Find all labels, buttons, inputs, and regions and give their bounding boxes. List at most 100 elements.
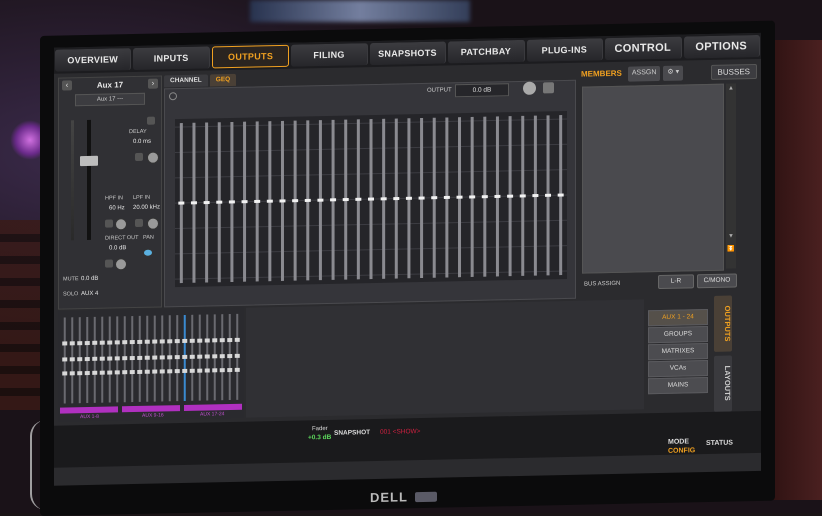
output-knob[interactable] [523,81,536,95]
busses-button[interactable]: BUSSES [710,63,757,80]
direct-out-knob[interactable] [115,258,127,271]
delay-in-button[interactable] [135,152,143,162]
bank-fader-cap[interactable] [197,338,203,343]
geq-band-fader[interactable] [557,193,564,197]
bank-fader-cap[interactable] [174,355,180,360]
bank-fader-cap[interactable] [204,368,210,373]
geq-band-fader[interactable] [355,197,362,201]
geq-band-fader[interactable] [254,199,261,204]
bank-fader-cap[interactable] [189,368,195,373]
bank-fader-cap[interactable] [227,337,233,343]
bank-fader-cap[interactable] [114,370,120,375]
geq-band-fader[interactable] [456,195,463,199]
geq-band-fader[interactable] [190,201,197,205]
bank-fader-cap[interactable] [227,367,233,373]
bank-fader-cap[interactable] [77,357,83,362]
cmono-button[interactable]: C/MONO [697,273,737,289]
bank-fader-cap[interactable] [219,354,225,359]
bank-fader-cap[interactable] [182,368,188,374]
bank-fader-cap[interactable] [129,340,135,345]
channel-selector[interactable]: Aux 17 --- [75,92,145,107]
bank-fader-cap[interactable] [174,369,180,374]
bank-fader-cap[interactable] [84,340,90,346]
view-groups[interactable]: GROUPS [648,326,708,344]
tab-options[interactable]: OPTIONS [683,34,760,59]
bank-fader-cap[interactable] [152,355,158,360]
bank-fader-cap[interactable] [159,339,165,344]
geq-band-fader[interactable] [532,194,539,198]
geq-band-fader[interactable] [241,200,248,204]
tab-outputs[interactable]: OUTPUTS [211,44,290,69]
scroll-page-down-icon[interactable]: ⏬ [727,245,735,252]
bank-fader-cap[interactable] [234,337,240,342]
tab-plug-ins[interactable]: PLUG-INS [526,38,604,62]
bank-fader-cap[interactable] [234,353,240,358]
lpf-in-button[interactable] [135,218,143,228]
bank-fader-cap[interactable] [69,341,75,346]
hpf-knob[interactable] [115,218,127,231]
bank-fader-cap[interactable] [197,354,203,359]
bank-fader-cap[interactable] [107,356,113,361]
geq-band-fader[interactable] [469,195,476,199]
geq-band-fader[interactable] [405,196,412,200]
tab-overview[interactable]: OVERVIEW [55,48,132,72]
geq-band-fader[interactable] [304,198,311,202]
bank-fader-cap[interactable] [204,354,210,359]
bank-fader-cap[interactable] [167,339,173,344]
members-list[interactable] [582,83,724,274]
scroll-down-icon[interactable]: ▼ [727,233,735,239]
tab-patchbay[interactable]: PATCHBAY [448,39,525,64]
bank-fader-cap[interactable] [114,340,120,345]
assign-button[interactable]: ASSGN [627,66,661,82]
geq-band-fader[interactable] [418,196,425,200]
bank-fader-cap[interactable] [62,371,68,376]
geq-band-fader[interactable] [330,198,337,202]
bank-fader-cap[interactable] [107,340,113,345]
tab-filing[interactable]: FILING [291,43,368,67]
geq-band-fader[interactable] [342,198,349,202]
tab-side-layouts[interactable]: LAYOUTS [714,355,732,412]
bank-fader-cap[interactable] [227,353,233,359]
tab-inputs[interactable]: INPUTS [133,46,210,71]
view-matrixes[interactable]: MATRIXES [648,343,708,361]
bank-fader-cap[interactable] [167,369,173,374]
geq-band-fader[interactable] [178,201,185,205]
bank-fader-cap[interactable] [92,340,98,345]
geq-fader-area[interactable] [175,110,567,288]
bank-fader-cap[interactable] [99,356,105,361]
bank-fader-cap[interactable] [189,354,195,359]
view-aux-1-24[interactable]: AUX 1 - 24 [648,309,708,327]
pan-indicator[interactable] [143,248,153,257]
status-label[interactable]: STATUS [706,439,733,447]
bank-fader-cap[interactable] [144,355,150,360]
hpf-in-button[interactable] [105,219,113,228]
bank-fader-cap[interactable] [234,367,240,372]
geq-band-fader[interactable] [431,196,438,200]
group-bar-aux-9-16[interactable] [122,405,180,413]
view-vcas[interactable]: VCAs [648,360,708,378]
bank-fader-cap[interactable] [137,369,143,374]
bank-fader-cap[interactable] [107,370,113,375]
bank-fader-cap[interactable] [197,368,203,373]
geq-band-fader[interactable] [507,194,514,198]
bank-fader-cap[interactable] [77,341,83,346]
geq-band-fader[interactable] [494,194,501,198]
bank-fader-cap[interactable] [152,339,158,344]
bank-fader-cap[interactable] [182,338,188,344]
bank-fader-cap[interactable] [99,370,105,375]
geq-power-icon[interactable] [169,92,177,101]
chevron-left-icon[interactable]: ‹ [62,80,72,91]
bank-fader-cap[interactable] [92,356,98,361]
geq-band-fader[interactable] [368,197,374,201]
geq-band-fader[interactable] [228,200,235,204]
scroll-up-icon[interactable]: ▲ [727,85,735,91]
bank-fader-cap[interactable] [69,357,75,362]
members-tab[interactable]: MEMBERS [578,66,625,83]
bank-fader-cap[interactable] [212,368,218,373]
bank-fader-cap[interactable] [159,355,165,360]
view-mains[interactable]: MAINS [648,377,708,395]
geq-band-fader[interactable] [481,195,488,199]
geq-band-fader[interactable] [545,193,552,197]
geq-band-fader[interactable] [266,199,273,203]
bank-fader-cap[interactable] [129,370,135,375]
